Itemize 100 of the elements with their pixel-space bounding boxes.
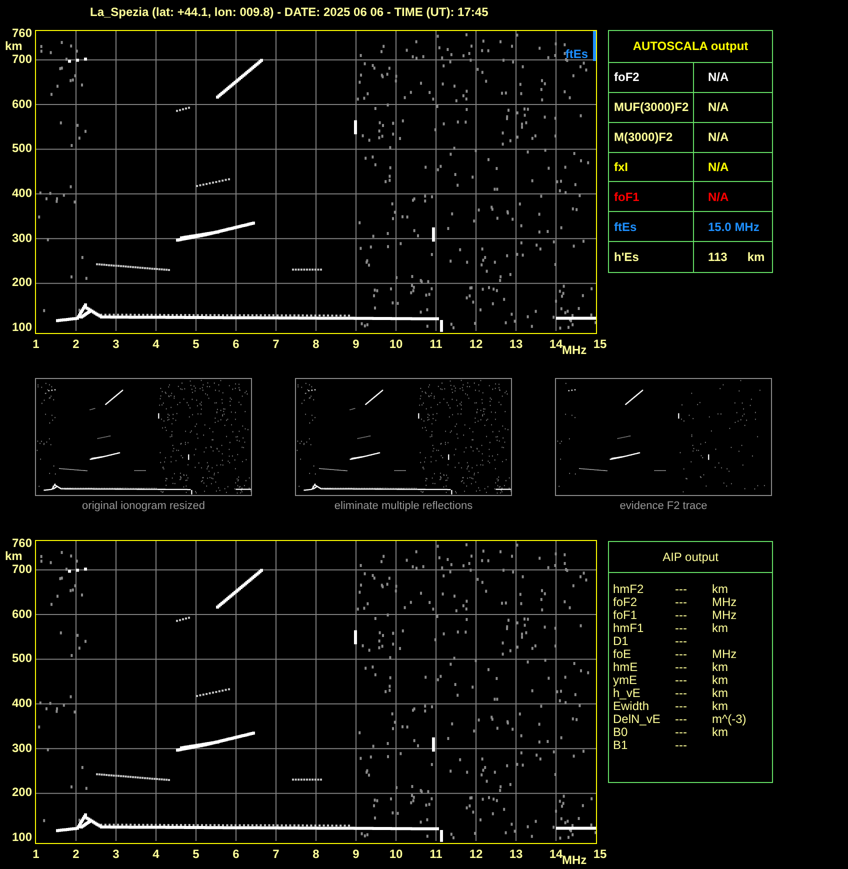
- aip-parameter-value: ---: [675, 674, 688, 687]
- aip-parameter-unit: km: [712, 726, 728, 739]
- x-axis-tick-label: 13: [508, 847, 524, 861]
- aip-parameter-name: hmE: [613, 661, 639, 674]
- parameter-name: foF2: [614, 69, 640, 86]
- x-axis-tick-label: 2: [72, 847, 80, 861]
- x-axis-tick-label: 14: [548, 847, 563, 861]
- x-axis-tick-label: 12: [468, 847, 484, 861]
- y-axis-tick-label: 600: [10, 608, 32, 621]
- aip-parameter-value: ---: [675, 648, 688, 661]
- aip-parameter-name: D1: [613, 635, 630, 648]
- thumbnail-caption: original ionogram resized: [82, 500, 205, 513]
- y-axis-tick-label: 200: [10, 276, 32, 290]
- x-axis-tick-label: 15: [592, 337, 608, 351]
- aip-parameter-value: ---: [675, 635, 688, 648]
- x-axis-tick-label: 6: [232, 337, 240, 351]
- x-axis-tick-label: 15: [592, 847, 608, 861]
- aip-parameter-unit: km: [712, 583, 728, 596]
- parameter-value: N/A: [708, 188, 729, 206]
- aip-parameter-unit: m^(-3): [712, 713, 746, 726]
- x-axis-tick-label: 1: [32, 337, 40, 351]
- aip-parameter-value: ---: [675, 622, 688, 635]
- y-axis-tick-label: 700: [10, 52, 32, 66]
- x-axis-unit: MHz: [562, 343, 587, 357]
- aip-parameter-name: B0: [613, 726, 628, 739]
- aip-parameter-value: ---: [675, 726, 688, 739]
- x-axis-tick-label: 9: [352, 337, 360, 351]
- x-axis-tick-label: 7: [272, 337, 280, 351]
- parameter-value: N/A: [708, 69, 729, 86]
- parameter-name: MUF(3000)F2: [614, 99, 689, 116]
- aip-parameter-value: ---: [675, 687, 688, 700]
- x-axis-tick-label: 13: [508, 337, 524, 351]
- aip-parameter-name: Ewidth: [613, 700, 650, 713]
- x-axis-tick-label: 7: [272, 847, 280, 861]
- aip-parameter-name: hmF1: [613, 622, 645, 635]
- x-axis-tick-label: 5: [192, 847, 200, 861]
- x-axis-tick-label: 4: [152, 847, 160, 861]
- parameter-name: ftEs: [614, 218, 637, 236]
- aip-parameter-value: ---: [675, 661, 688, 674]
- y-axis-tick-label: 300: [10, 232, 32, 245]
- x-axis-tick-label: 2: [72, 337, 80, 351]
- x-axis-tick-label: 1: [32, 847, 40, 861]
- aip-parameter-unit: km: [712, 674, 728, 687]
- ionogram-title: La_Spezia (lat: +44.1, lon: 009.8) - DATE: 2025 06 06 - TIME (UT): 17:45: [90, 5, 488, 19]
- parameter-name: h'Es: [614, 249, 639, 266]
- x-axis-tick-label: 12: [468, 337, 484, 351]
- aip-parameter-value: ---: [675, 583, 688, 596]
- aip-parameter-unit: km: [712, 687, 728, 700]
- parameter-unit: km: [747, 249, 765, 266]
- aip-parameter-unit: MHz: [712, 596, 737, 609]
- x-axis-tick-label: 5: [192, 337, 200, 351]
- y-axis-tick-label: 400: [10, 186, 32, 200]
- aip-parameter-name: ymE: [613, 674, 638, 687]
- aip-parameter-value: ---: [675, 596, 688, 609]
- x-axis-tick-label: 8: [312, 847, 320, 861]
- y-axis-tick-label: 500: [10, 142, 32, 156]
- aip-parameter-value: ---: [675, 713, 688, 726]
- parameter-name: fxI: [614, 158, 628, 176]
- aip-parameter-unit: km: [712, 700, 728, 713]
- x-axis-tick-label: 11: [428, 337, 444, 351]
- aip-parameter-name: h_vE: [613, 687, 642, 700]
- thumbnail-caption: evidence F2 trace: [620, 500, 708, 513]
- x-axis-tick-label: 9: [352, 847, 360, 861]
- x-axis-tick-label: 14: [548, 337, 563, 351]
- x-axis-tick-label: 3: [112, 337, 120, 351]
- x-axis-tick-label: 10: [388, 337, 404, 351]
- y-axis-tick-label: 760: [10, 537, 32, 550]
- y-axis-tick-label: 200: [10, 786, 32, 800]
- y-axis-unit: km: [5, 40, 22, 53]
- aip-parameter-name: foE: [613, 648, 632, 661]
- x-axis-tick-label: 10: [388, 847, 404, 861]
- x-axis-unit: MHz: [562, 853, 587, 867]
- aip-parameter-value: ---: [675, 609, 688, 622]
- y-axis-tick-label: 600: [10, 98, 32, 111]
- x-axis-tick-label: 4: [152, 337, 160, 351]
- parameter-value: 15.0 MHz: [708, 218, 760, 236]
- aip-parameter-unit: km: [712, 661, 728, 674]
- y-axis-tick-label: 500: [10, 652, 32, 666]
- aip-parameter-name: foF1: [613, 609, 638, 622]
- y-axis-tick-label: 400: [10, 696, 32, 710]
- ftes-marker-label: ftEs: [565, 47, 588, 61]
- aip-parameter-name: DelN_vE: [613, 713, 662, 726]
- y-axis-tick-label: 100: [10, 321, 32, 334]
- x-axis-tick-label: 11: [428, 847, 444, 861]
- autoscala-title: AUTOSCALA output: [632, 38, 748, 56]
- parameter-value: N/A: [708, 99, 729, 116]
- aip-parameter-unit: MHz: [712, 609, 737, 622]
- parameter-value: 113: [708, 249, 728, 266]
- y-axis-tick-label: 300: [10, 742, 32, 755]
- ftes-marker-bar: [593, 31, 596, 61]
- thumbnail-caption: eliminate multiple reflections: [334, 500, 473, 513]
- x-axis-tick-label: 6: [232, 847, 240, 861]
- parameter-value: N/A: [708, 129, 729, 146]
- aip-title: AIP output: [662, 549, 718, 566]
- parameter-value: N/A: [708, 158, 729, 176]
- y-axis-unit: km: [5, 550, 22, 563]
- aip-parameter-value: ---: [675, 700, 688, 713]
- aip-parameter-unit: km: [712, 622, 728, 635]
- aip-parameter-name: B1: [613, 739, 629, 752]
- aip-parameter-name: foF2: [613, 596, 638, 609]
